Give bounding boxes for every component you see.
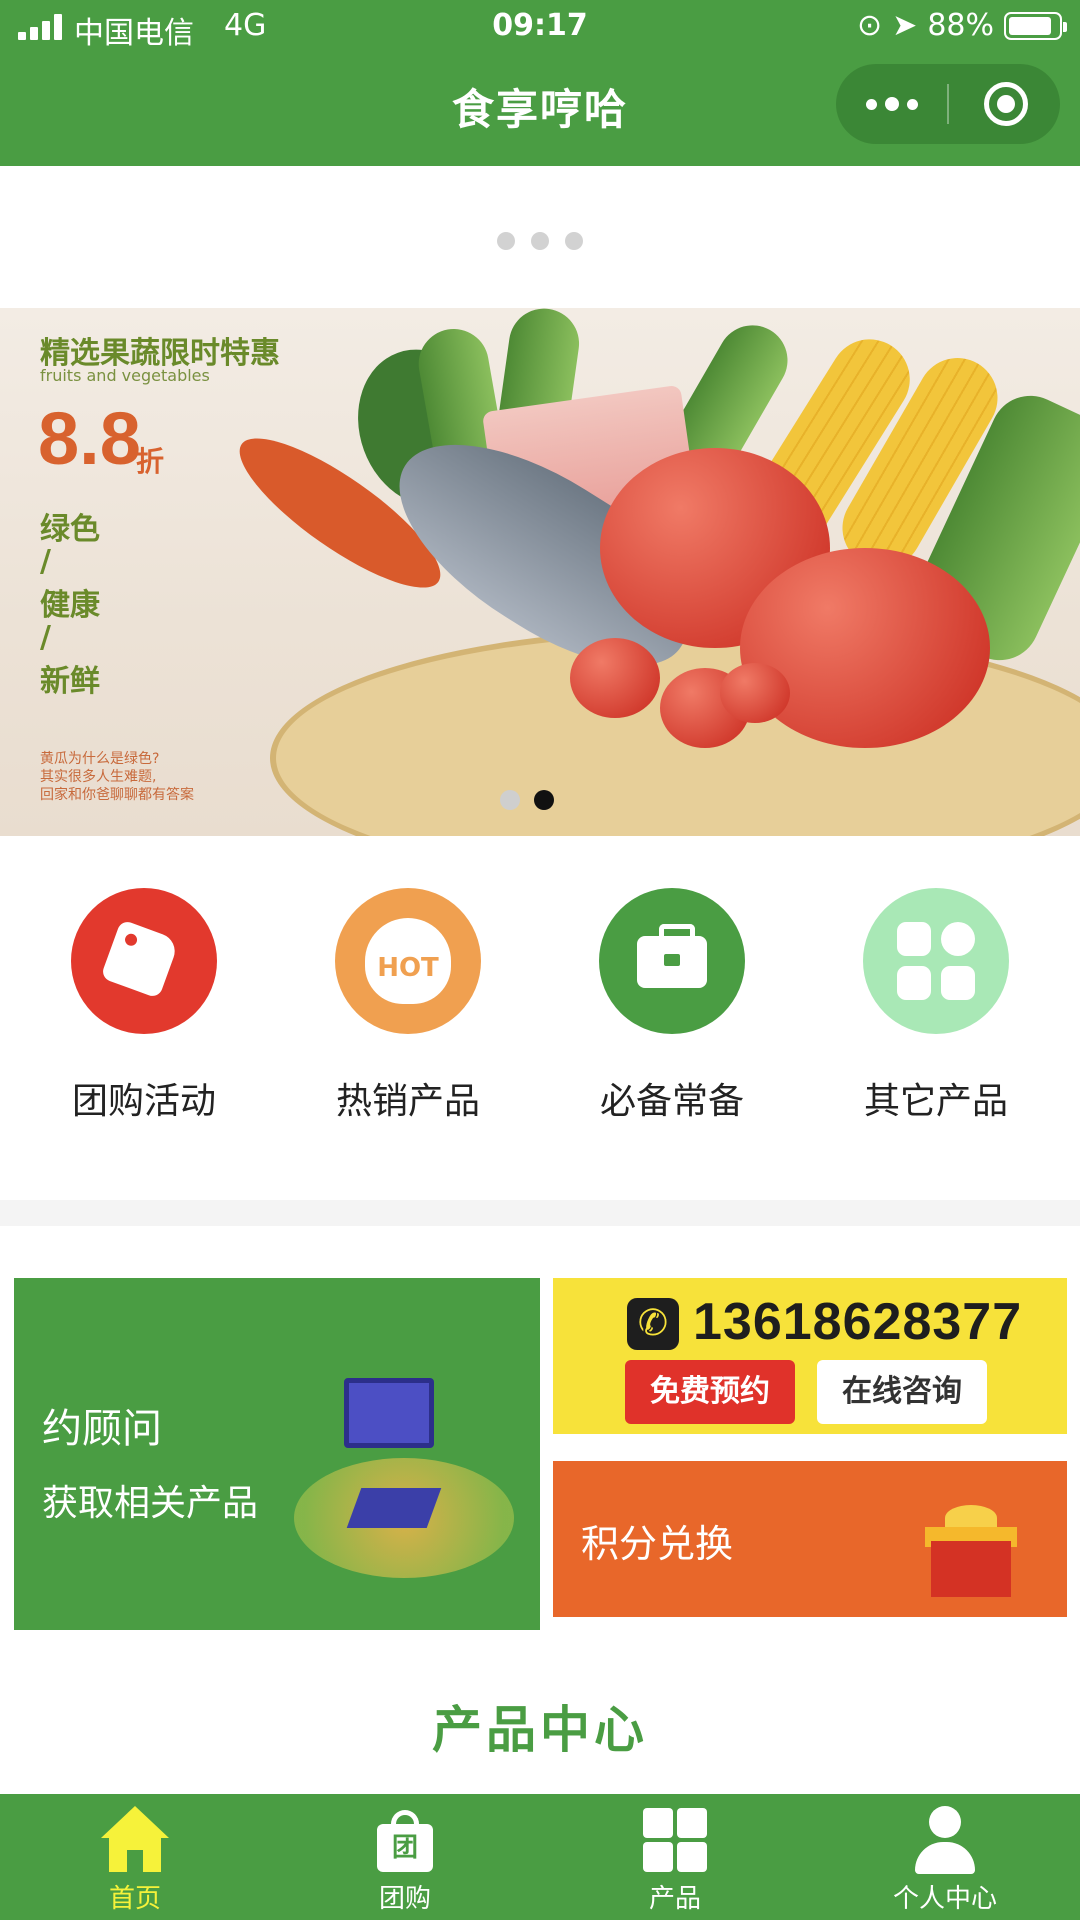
battery-icon	[1004, 11, 1067, 40]
carousel-dot[interactable]	[531, 232, 549, 250]
promo-banner[interactable]: 精选果蔬限时特惠 fruits and vegetables 8.8 折 绿色 …	[0, 308, 1080, 836]
tab-label: 个人中心	[892, 1884, 997, 1914]
category-label: 团购活动	[71, 1081, 216, 1122]
mini-program-capsule	[836, 64, 1060, 144]
tomato	[740, 548, 990, 748]
tab-home[interactable]: 首页	[0, 1794, 270, 1920]
banner-word: /	[40, 544, 51, 579]
rotation-lock-icon: ⊙	[857, 8, 883, 43]
banner-indicator	[500, 790, 554, 810]
tab-label: 团购	[378, 1884, 431, 1914]
banner-word: 健康	[40, 588, 100, 623]
section-divider	[0, 1200, 1080, 1226]
contact-tile[interactable]: ✆ 13618628377 免费预约 在线咨询	[553, 1278, 1067, 1434]
consultant-tile[interactable]: 约顾问 获取相关产品	[14, 1278, 540, 1630]
tab-label: 产品	[648, 1884, 701, 1914]
points-exchange-tile[interactable]: 积分兑换	[553, 1461, 1067, 1617]
home-icon	[101, 1806, 169, 1874]
banner-word: 绿色	[40, 512, 100, 547]
capsule-divider	[947, 84, 949, 124]
category-essentials[interactable]: 必备常备	[540, 888, 804, 1124]
consultant-title: 约顾问	[42, 1406, 162, 1452]
category-group-buy[interactable]: 团购活动	[12, 888, 276, 1124]
consultant-subtitle: 获取相关产品	[42, 1483, 259, 1524]
shopping-bag-icon: 团	[371, 1806, 439, 1874]
phone-number[interactable]: 13618628377	[693, 1292, 1022, 1352]
briefcase-icon	[599, 888, 745, 1034]
location-arrow-icon: ➤	[892, 8, 918, 43]
tag-icon	[71, 888, 217, 1034]
banner-word: /	[40, 620, 51, 655]
banner-note: 其实很多人生难题,	[40, 769, 157, 785]
user-icon	[911, 1806, 979, 1874]
more-dots-icon[interactable]	[836, 64, 948, 144]
banner-dot-active[interactable]	[534, 790, 554, 810]
gift-box-icon	[915, 1501, 1025, 1597]
banner-note: 黄瓜为什么是绿色?	[40, 751, 160, 767]
tab-group-buy[interactable]: 团 团购	[270, 1794, 540, 1920]
grid-icon	[641, 1806, 709, 1874]
points-exchange-label: 积分兑换	[581, 1522, 734, 1566]
carousel-indicator-top	[0, 232, 1080, 250]
analytics-illustration	[294, 1338, 514, 1598]
tab-label: 首页	[108, 1884, 161, 1914]
category-others[interactable]: 其它产品	[804, 888, 1068, 1124]
hot-flame-icon: HOT	[335, 888, 481, 1034]
tab-profile[interactable]: 个人中心	[810, 1794, 1080, 1920]
banner-subheadline: fruits and vegetables	[40, 366, 210, 385]
banner-discount-unit: 折	[136, 445, 165, 478]
category-label: 必备常备	[599, 1081, 744, 1122]
apps-grid-icon	[863, 888, 1009, 1034]
category-label: 其它产品	[863, 1081, 1008, 1122]
battery-percent: 88%	[927, 8, 994, 43]
category-hot[interactable]: HOT 热销产品	[276, 888, 540, 1124]
banner-dot[interactable]	[500, 790, 520, 810]
online-consult-button[interactable]: 在线咨询	[817, 1360, 987, 1424]
carousel-dot[interactable]	[497, 232, 515, 250]
category-label: 热销产品	[335, 1081, 480, 1122]
battery-fill	[1009, 16, 1052, 35]
cherry-tomato	[570, 638, 660, 718]
bottom-tab-bar: 首页 团 团购 产品 个人中心	[0, 1794, 1080, 1920]
phone-icon: ✆	[627, 1298, 679, 1350]
category-grid: 团购活动 HOT 热销产品 必备常备 其它产品	[0, 888, 1080, 1128]
target-close-icon[interactable]	[984, 82, 1028, 126]
top-bar: 中国电信 4G 09:17 ⊙ ➤ 88% 食享哼哈	[0, 0, 1080, 166]
status-bar: 中国电信 4G 09:17 ⊙ ➤ 88%	[0, 0, 1080, 56]
carousel-dot[interactable]	[565, 232, 583, 250]
banner-note: 回家和你爸聊聊都有答案	[40, 787, 194, 803]
banner-word: 新鲜	[40, 664, 100, 699]
status-right: ⊙ ➤ 88%	[857, 8, 1067, 43]
section-title: 产品中心	[432, 1701, 648, 1759]
banner-discount: 8.8	[38, 397, 141, 480]
free-booking-button[interactable]: 免费预约	[625, 1360, 795, 1424]
cherry-tomato	[720, 663, 790, 723]
tab-products[interactable]: 产品	[540, 1794, 810, 1920]
